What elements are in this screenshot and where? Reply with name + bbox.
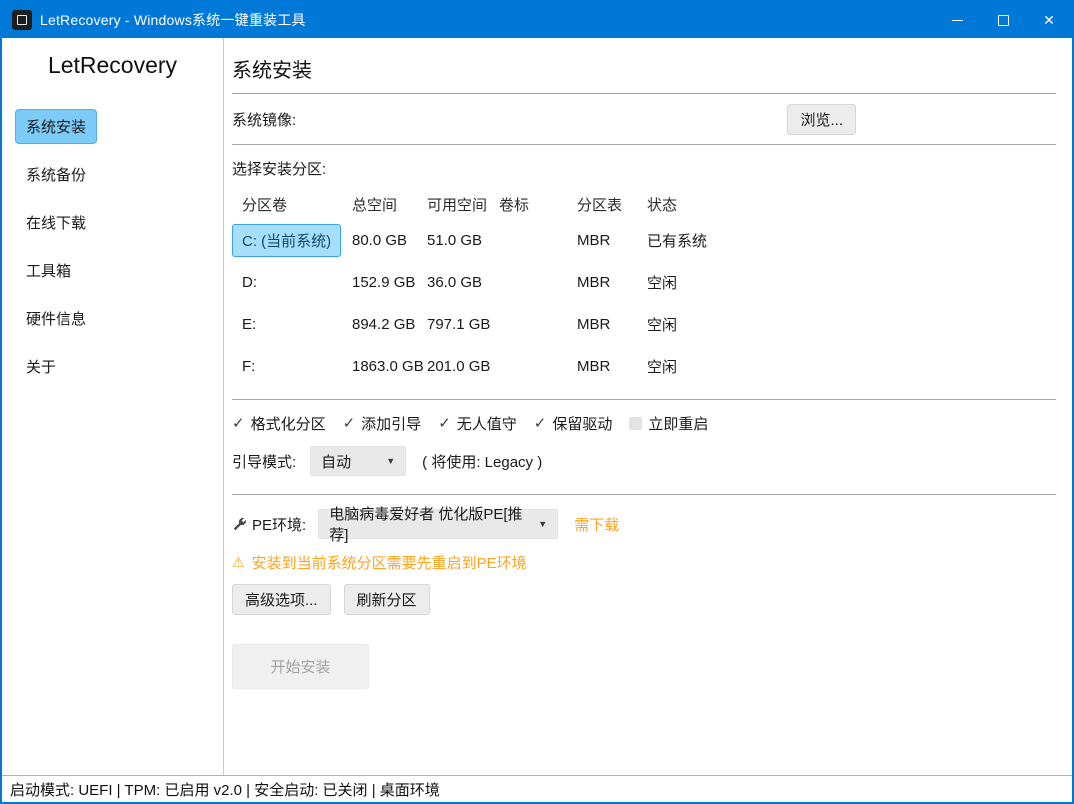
partition-button-f[interactable]: F: (232, 358, 352, 375)
status-bar: 启动模式: UEFI | TPM: 已启用 v2.0 | 安全启动: 已关闭 |… (2, 775, 1072, 802)
divider (232, 144, 1056, 145)
cell-ptable: MBR (577, 316, 647, 333)
close-icon: ✕ (1043, 12, 1055, 29)
boot-mode-value: 自动 (321, 451, 351, 472)
cell-total: 152.9 GB (352, 274, 427, 291)
brand-title: LetRecovery (2, 52, 223, 79)
app-icon (12, 10, 32, 30)
sidebar-item-system-backup[interactable]: 系统备份 (15, 157, 97, 192)
chevron-down-icon: ▼ (374, 456, 395, 466)
checkbox-checked-icon: ✓ (534, 416, 547, 431)
cell-free: 51.0 GB (427, 232, 499, 249)
checkbox-checked-icon: ✓ (343, 416, 356, 431)
sidebar-menu: 系统安装 系统备份 在线下载 工具箱 硬件信息 关于 (2, 109, 223, 397)
start-install-button[interactable]: 开始安装 (232, 644, 369, 689)
sidebar-item-system-install[interactable]: 系统安装 (15, 109, 97, 144)
divider (232, 399, 1056, 400)
system-image-row: 系统镜像: 浏览... (232, 94, 1056, 144)
cell-total: 894.2 GB (352, 316, 427, 333)
col-status: 状态 (647, 194, 1056, 215)
partition-table: 分区卷 总空间 可用空间 卷标 分区表 状态 C: (当前系统) 80.0 GB… (232, 189, 1056, 387)
checkbox-label: 保留驱动 (552, 413, 612, 434)
page-title: 系统安装 (232, 54, 1056, 83)
app-window: LetRecovery - Windows系统一键重装工具 ✕ LetRecov… (0, 0, 1074, 804)
partition-button-d[interactable]: D: (232, 274, 352, 291)
boot-mode-hint: ( 将使用: Legacy ) (422, 451, 542, 472)
advanced-options-button[interactable]: 高级选项... (232, 584, 331, 615)
sidebar-item-hardware-info[interactable]: 硬件信息 (15, 301, 97, 336)
main-panel: 系统安装 系统镜像: 浏览... 选择安装分区: 分区卷 总空间 可用空间 卷标… (224, 38, 1072, 775)
cell-status: 空闲 (647, 356, 1056, 377)
refresh-partitions-button[interactable]: 刷新分区 (344, 584, 430, 615)
checkbox-label: 无人值守 (457, 413, 517, 434)
minimize-icon (952, 20, 963, 21)
wrench-icon (232, 517, 247, 532)
pe-env-value: 电脑病毒爱好者 优化版PE[推荐] (329, 503, 526, 545)
window-title: LetRecovery - Windows系统一键重装工具 (40, 10, 306, 30)
pe-warning-text: 安装到当前系统分区需要先重启到PE环境 (252, 552, 527, 573)
col-ptable: 分区表 (577, 194, 647, 215)
table-row-f: F: 1863.0 GB 201.0 GB MBR 空闲 (232, 345, 1056, 387)
cell-total: 80.0 GB (352, 232, 427, 249)
partition-button-c[interactable]: C: (当前系统) (232, 224, 341, 257)
table-row-e: E: 894.2 GB 797.1 GB MBR 空闲 (232, 303, 1056, 345)
window-controls: ✕ (934, 2, 1072, 38)
table-row-d: D: 152.9 GB 36.0 GB MBR 空闲 (232, 261, 1056, 303)
sidebar-item-toolbox[interactable]: 工具箱 (15, 253, 82, 288)
sidebar-item-online-download[interactable]: 在线下载 (15, 205, 97, 240)
boot-mode-row: 引导模式: 自动 ▼ ( 将使用: Legacy ) (232, 446, 1056, 476)
cell-total: 1863.0 GB (352, 358, 427, 375)
warning-icon: ⚠ (232, 554, 245, 571)
maximize-button[interactable] (980, 2, 1026, 38)
cell-free: 797.1 GB (427, 316, 499, 333)
divider (232, 494, 1056, 495)
title-bar: LetRecovery - Windows系统一键重装工具 ✕ (2, 2, 1072, 38)
options-row: ✓ 格式化分区 ✓ 添加引导 ✓ 无人值守 ✓ 保留驱动 立即重启 (232, 413, 1056, 434)
browse-button[interactable]: 浏览... (787, 104, 856, 135)
pe-env-row: PE环境: 电脑病毒爱好者 优化版PE[推荐] ▼ 需下载 (232, 509, 1056, 539)
cell-ptable: MBR (577, 274, 647, 291)
boot-mode-label: 引导模式: (232, 451, 296, 472)
pe-env-dropdown[interactable]: 电脑病毒爱好者 优化版PE[推荐] ▼ (318, 509, 558, 539)
checkbox-label: 立即重启 (648, 413, 708, 434)
checkbox-format-partition[interactable]: ✓ 格式化分区 (232, 413, 326, 434)
close-button[interactable]: ✕ (1026, 2, 1072, 38)
checkbox-add-boot[interactable]: ✓ 添加引导 (343, 413, 422, 434)
col-vlabel: 卷标 (499, 194, 577, 215)
minimize-button[interactable] (934, 2, 980, 38)
checkbox-keep-drivers[interactable]: ✓ 保留驱动 (534, 413, 613, 434)
col-free: 可用空间 (427, 194, 499, 215)
checkbox-checked-icon: ✓ (438, 416, 451, 431)
checkbox-label: 添加引导 (361, 413, 421, 434)
cell-status: 已有系统 (647, 230, 1056, 251)
cell-free: 36.0 GB (427, 274, 499, 291)
cell-ptable: MBR (577, 232, 647, 249)
col-volume: 分区卷 (232, 194, 352, 215)
cell-status: 空闲 (647, 314, 1056, 335)
partition-button-e[interactable]: E: (232, 316, 352, 333)
pe-download-hint: 需下载 (574, 514, 619, 535)
pe-warning-row: ⚠ 安装到当前系统分区需要先重启到PE环境 (232, 552, 1056, 573)
col-total: 总空间 (352, 194, 427, 215)
checkbox-label: 格式化分区 (251, 413, 326, 434)
action-buttons-row: 高级选项... 刷新分区 (232, 584, 1056, 615)
system-image-label: 系统镜像: (232, 109, 296, 130)
partition-table-header: 分区卷 总空间 可用空间 卷标 分区表 状态 (232, 189, 1056, 219)
partition-section-label: 选择安装分区: (232, 158, 1056, 179)
checkbox-unattended[interactable]: ✓ 无人值守 (438, 413, 517, 434)
chevron-down-icon: ▼ (526, 519, 547, 529)
checkbox-checked-icon: ✓ (232, 416, 245, 431)
checkbox-unchecked-icon (629, 417, 642, 430)
checkbox-reboot-now[interactable]: 立即重启 (629, 413, 708, 434)
cell-status: 空闲 (647, 272, 1056, 293)
maximize-icon (998, 15, 1009, 26)
table-row-c: C: (当前系统) 80.0 GB 51.0 GB MBR 已有系统 (232, 219, 1056, 261)
sidebar: LetRecovery 系统安装 系统备份 在线下载 工具箱 硬件信息 关于 (2, 38, 224, 775)
boot-mode-dropdown[interactable]: 自动 ▼ (310, 446, 406, 476)
cell-ptable: MBR (577, 358, 647, 375)
pe-env-label: PE环境: (252, 514, 306, 535)
sidebar-item-about[interactable]: 关于 (15, 349, 67, 384)
cell-free: 201.0 GB (427, 358, 499, 375)
status-text: 启动模式: UEFI | TPM: 已启用 v2.0 | 安全启动: 已关闭 |… (10, 779, 440, 800)
